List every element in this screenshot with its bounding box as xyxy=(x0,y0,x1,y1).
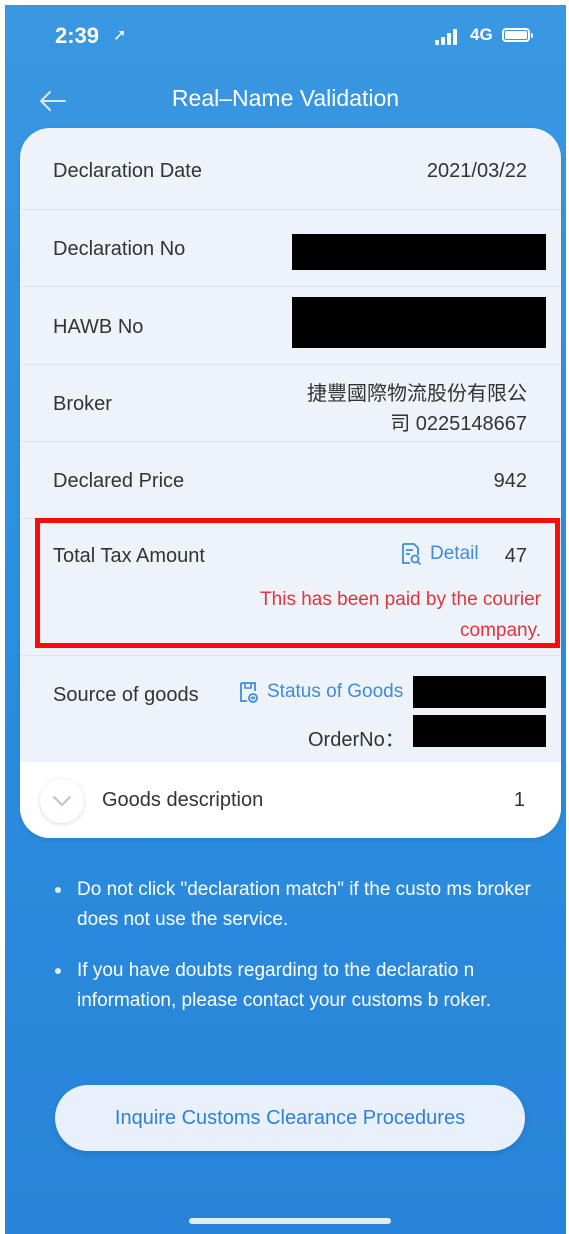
note-item: If you have doubts regarding to the decl… xyxy=(53,956,543,1016)
row-source-of-goods: Source of goods Status of Goods OrderNo： xyxy=(20,656,561,762)
network-type: 4G xyxy=(470,25,493,44)
redacted-hawb-no xyxy=(292,297,546,348)
home-indicator[interactable] xyxy=(189,1218,391,1224)
note-text: Do not click "declaration match" if the … xyxy=(77,879,531,930)
hawb-no-label: HAWB No xyxy=(53,316,144,338)
note-text: If you have doubts regarding to the decl… xyxy=(77,960,491,1011)
row-declaration-date: Declaration Date 2021/03/22 xyxy=(20,128,561,210)
broker-value-line2: 司 0225148667 xyxy=(390,413,527,435)
declaration-date-value: 2021/03/22 xyxy=(426,160,527,182)
source-of-goods-label: Source of goods xyxy=(53,684,199,706)
goods-description-label: Goods description xyxy=(102,789,264,811)
page-title: Real–Name Validation xyxy=(171,85,400,111)
goods-status-icon xyxy=(240,682,258,703)
row-declaration-no: Declaration No xyxy=(20,210,561,287)
broker-value-line1: 捷豐國際物流股份有限公 xyxy=(307,383,527,405)
location-arrow-icon: ➚ xyxy=(113,27,127,44)
declared-price-value: 942 xyxy=(493,470,527,492)
goods-description-count: 1 xyxy=(513,789,525,811)
row-broker: Broker 捷豐國際物流股份有限公 司 0225148667 xyxy=(20,365,561,442)
declaration-card: Declaration Date 2021/03/22 Declaration … xyxy=(20,128,561,838)
note-item: Do not click "declaration match" if the … xyxy=(53,875,543,935)
bullet-dot-icon xyxy=(55,968,61,974)
expand-button[interactable] xyxy=(40,779,84,823)
chevron-down-icon xyxy=(53,796,71,806)
order-no-label: OrderNo： xyxy=(308,729,405,751)
broker-label: Broker xyxy=(53,393,112,415)
notes-list: Do not click "declaration match" if the … xyxy=(53,875,543,1037)
bullet-dot-icon xyxy=(55,887,61,893)
status-of-goods-label: Status of Goods xyxy=(267,681,404,702)
inquire-customs-button[interactable]: Inquire Customs Clearance Procedures xyxy=(55,1085,525,1151)
goods-description-toggle[interactable]: Goods description 1 xyxy=(20,762,561,838)
redacted-declaration-no xyxy=(292,234,546,270)
status-bar: 2:39 ➚ 4G xyxy=(5,5,566,65)
redacted-source-value xyxy=(413,676,546,708)
row-hawb-no: HAWB No xyxy=(20,287,561,365)
battery-icon xyxy=(502,28,533,42)
declaration-no-label: Declaration No xyxy=(53,238,186,260)
declaration-date-label: Declaration Date xyxy=(53,160,202,182)
declared-price-label: Declared Price xyxy=(53,470,185,492)
row-declared-price: Declared Price 942 xyxy=(20,442,561,519)
cellular-signal-icon xyxy=(435,29,461,45)
status-time: 2:39 xyxy=(55,23,100,48)
status-of-goods-link[interactable]: Status of Goods xyxy=(238,681,403,703)
highlight-box xyxy=(35,518,560,648)
redacted-order-no xyxy=(413,715,546,747)
